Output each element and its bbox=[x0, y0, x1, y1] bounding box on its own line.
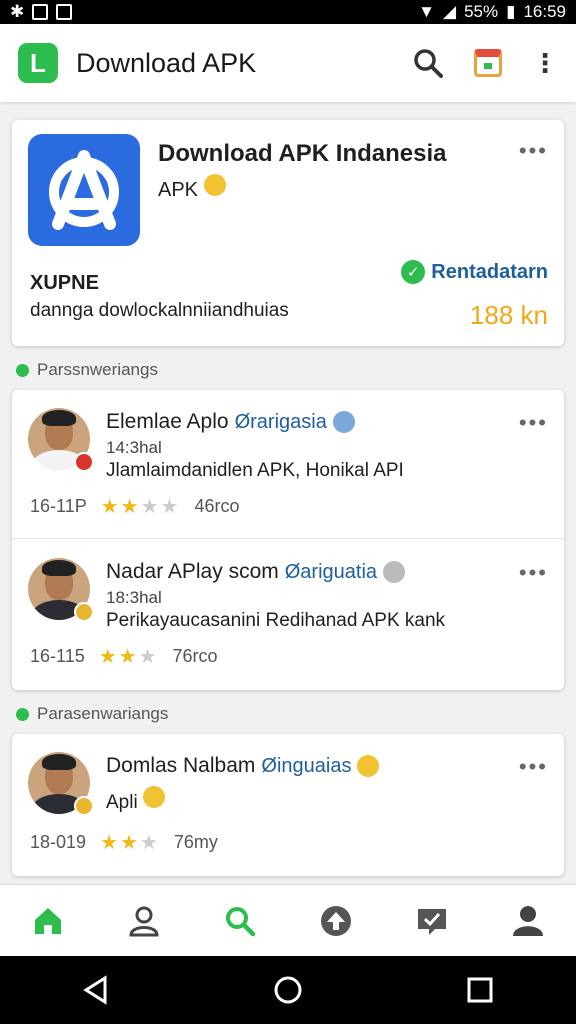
section-label: Parasenwariangs bbox=[16, 704, 168, 724]
review-text: Jlamlaimdanidlen APK, Honikal API bbox=[106, 460, 404, 481]
search-icon[interactable] bbox=[412, 47, 444, 79]
emoji-icon bbox=[383, 561, 406, 583]
verified-badge: ✓ Rentadatarn bbox=[401, 260, 548, 284]
recents-icon[interactable] bbox=[465, 975, 495, 1005]
battery-percent: 55% bbox=[464, 2, 499, 21]
review-author: Domlas Nalbam Øinguaias bbox=[106, 754, 380, 778]
review-count: 46rco bbox=[194, 496, 240, 516]
star-rating: ★★★ bbox=[98, 646, 159, 668]
review-item[interactable]: Domlas Nalbam Øinguaias Apli ••• 18-019 ★★… bbox=[12, 734, 564, 884]
clock: 16:59 bbox=[523, 2, 566, 21]
review-item[interactable]: Elemlae Aplo Ørarigasia 14:3hal Jlamlaimd… bbox=[12, 390, 564, 540]
bottom-navigation bbox=[0, 884, 576, 956]
more-options-icon[interactable]: ••• bbox=[519, 560, 548, 586]
review-id: 16-11P bbox=[30, 496, 87, 516]
avatar-badge-icon bbox=[74, 796, 94, 816]
app-title: Download APK bbox=[76, 47, 257, 78]
review-tag: Øinguaias bbox=[261, 754, 352, 777]
status-dot-icon bbox=[16, 363, 29, 377]
emoji-icon bbox=[357, 755, 380, 777]
wifi-icon: ▼ bbox=[418, 2, 435, 21]
emoji-icon bbox=[203, 174, 226, 196]
sim-icon bbox=[32, 4, 49, 20]
calendar-icon[interactable] bbox=[474, 49, 502, 77]
review-tag: Ørarigasia bbox=[234, 410, 327, 433]
reviews-card: Domlas Nalbam Øinguaias Apli ••• 18-019 ★★… bbox=[12, 734, 564, 876]
review-id: 16-115 bbox=[30, 646, 85, 666]
review-author: Elemlae Aplo Ørarigasia bbox=[106, 410, 355, 434]
status-dot-icon bbox=[16, 707, 29, 721]
featured-app-code: XUPNE bbox=[30, 272, 99, 294]
app-logo[interactable]: L bbox=[18, 43, 58, 83]
review-author: Nadar APlay scom Øariguatia bbox=[106, 560, 406, 584]
divider bbox=[12, 538, 564, 539]
check-icon: ✓ bbox=[401, 260, 426, 284]
review-text: Apli bbox=[106, 786, 165, 814]
review-tag: Øariguatia bbox=[284, 560, 378, 583]
home-icon[interactable] bbox=[28, 901, 68, 941]
bluetooth-icon: ✱ bbox=[10, 2, 25, 21]
avatar-badge-icon bbox=[74, 602, 94, 622]
featured-app-title: Download APK Indanesia bbox=[158, 140, 447, 167]
review-time: 18:3hal bbox=[106, 588, 162, 607]
back-icon[interactable] bbox=[81, 975, 111, 1005]
battery-icon: ▮ bbox=[506, 2, 516, 21]
review-id: 18-019 bbox=[30, 832, 87, 852]
reviews-card: Elemlae Aplo Ørarigasia 14:3hal Jlamlaimd… bbox=[12, 390, 564, 690]
star-rating: ★★★ bbox=[100, 832, 160, 854]
more-options-icon[interactable]: ••• bbox=[519, 138, 548, 164]
featured-app-description: dannga dowlockalnniiandhuias bbox=[30, 300, 289, 321]
messages-icon[interactable] bbox=[412, 901, 452, 941]
featured-app-subtitle: APK bbox=[158, 174, 226, 202]
overflow-menu-icon[interactable]: ⋮ bbox=[532, 50, 558, 76]
review-count: 76my bbox=[173, 832, 218, 852]
featured-app-card[interactable]: Download APK Indanesia APK ••• XUPNE dan… bbox=[12, 120, 564, 346]
home-button-icon[interactable] bbox=[273, 975, 303, 1005]
signal-icon: ◢ bbox=[442, 2, 457, 21]
review-item[interactable]: Nadar APlay scom Øariguatia 18:3hal Perik… bbox=[12, 540, 564, 690]
upload-icon[interactable] bbox=[316, 901, 356, 941]
section-label: Parssnweriangs bbox=[16, 360, 158, 380]
review-count: 76rco bbox=[172, 646, 218, 666]
account-icon[interactable] bbox=[508, 901, 548, 941]
star-rating: ★★★★ bbox=[100, 496, 181, 518]
download-count: 188 kn bbox=[469, 300, 548, 330]
review-time: 14:3hal bbox=[106, 438, 162, 457]
profile-icon[interactable] bbox=[124, 901, 164, 941]
emoji-icon bbox=[332, 411, 355, 433]
avatar-badge-icon bbox=[74, 452, 94, 472]
gallery-icon bbox=[56, 4, 73, 20]
system-navigation-bar bbox=[0, 956, 576, 1024]
emoji-icon bbox=[142, 786, 165, 808]
status-bar: ✱ ▼ ◢ 55% ▮ 16:59 bbox=[0, 0, 576, 24]
more-options-icon[interactable]: ••• bbox=[519, 754, 548, 780]
app-bar: L Download APK ⋮ bbox=[0, 24, 576, 102]
review-text: Perikayaucasanini Redihanad APK kank bbox=[106, 610, 446, 631]
more-options-icon[interactable]: ••• bbox=[519, 410, 548, 436]
search-icon[interactable] bbox=[220, 901, 260, 941]
app-store-icon bbox=[28, 134, 140, 246]
